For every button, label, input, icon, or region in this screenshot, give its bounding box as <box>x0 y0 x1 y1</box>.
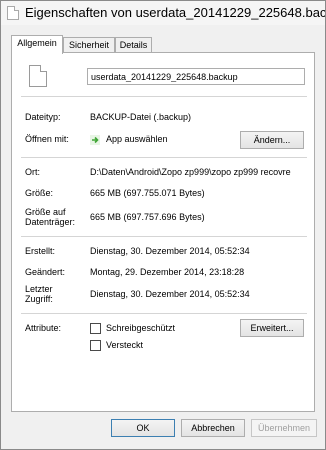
location-label: Ort: <box>25 167 40 177</box>
advanced-button[interactable]: Erweitert... <box>240 319 304 337</box>
created-value: Dienstag, 30. Dezember 2014, 05:52:34 <box>90 246 250 256</box>
size-on-disk-label-line2: Datenträger: <box>25 217 76 227</box>
readonly-checkbox[interactable] <box>90 323 101 334</box>
file-icon <box>7 6 19 20</box>
readonly-label[interactable]: Schreibgeschützt <box>106 323 175 334</box>
file-icon <box>29 65 47 87</box>
size-value: 665 MB (697.755.071 Bytes) <box>90 188 205 198</box>
size-label: Größe: <box>25 188 54 198</box>
size-on-disk-value: 665 MB (697.757.696 Bytes) <box>90 212 205 222</box>
attributes-label: Attribute: <box>25 323 62 333</box>
cancel-button[interactable]: Abbrechen <box>181 419 245 437</box>
tab-general[interactable]: Allgemein <box>11 35 63 54</box>
location-value: D:\Daten\Android\Zopo zp999\zopo zp999 r… <box>90 167 291 177</box>
tab-security[interactable]: Sicherheit <box>63 37 115 53</box>
open-with-label: Öffnen mit: <box>25 134 69 144</box>
ok-button[interactable]: OK <box>111 419 175 437</box>
app-arrow-icon <box>90 135 100 145</box>
filename-input[interactable] <box>87 68 305 85</box>
window-title: Eigenschaften von userdata_20141229_2256… <box>25 5 325 20</box>
accessed-label-line2: Zugriff: <box>25 294 53 304</box>
created-label: Erstellt: <box>25 246 56 256</box>
separator <box>21 236 307 237</box>
separator <box>21 313 307 314</box>
apply-button[interactable]: Übernehmen <box>251 419 317 437</box>
title-bar[interactable]: Eigenschaften von userdata_20141229_2256… <box>1 1 325 25</box>
modified-value: Montag, 29. Dezember 2014, 23:18:28 <box>90 267 245 277</box>
open-with-value: App auswählen <box>106 134 168 144</box>
hidden-label[interactable]: Versteckt <box>106 340 143 351</box>
filetype-label: Dateityp: <box>25 112 61 122</box>
separator <box>21 157 307 158</box>
hidden-checkbox[interactable] <box>90 340 101 351</box>
accessed-value: Dienstag, 30. Dezember 2014, 05:52:34 <box>90 289 250 299</box>
separator <box>21 96 307 97</box>
filetype-value: BACKUP-Datei (.backup) <box>90 112 192 122</box>
tab-details[interactable]: Details <box>115 37 152 53</box>
modified-label: Geändert: <box>25 267 66 277</box>
change-button[interactable]: Ändern... <box>240 131 304 149</box>
properties-dialog: Eigenschaften von userdata_20141229_2256… <box>0 0 326 450</box>
general-panel: Dateityp: BACKUP-Datei (.backup) Öffnen … <box>11 52 315 412</box>
